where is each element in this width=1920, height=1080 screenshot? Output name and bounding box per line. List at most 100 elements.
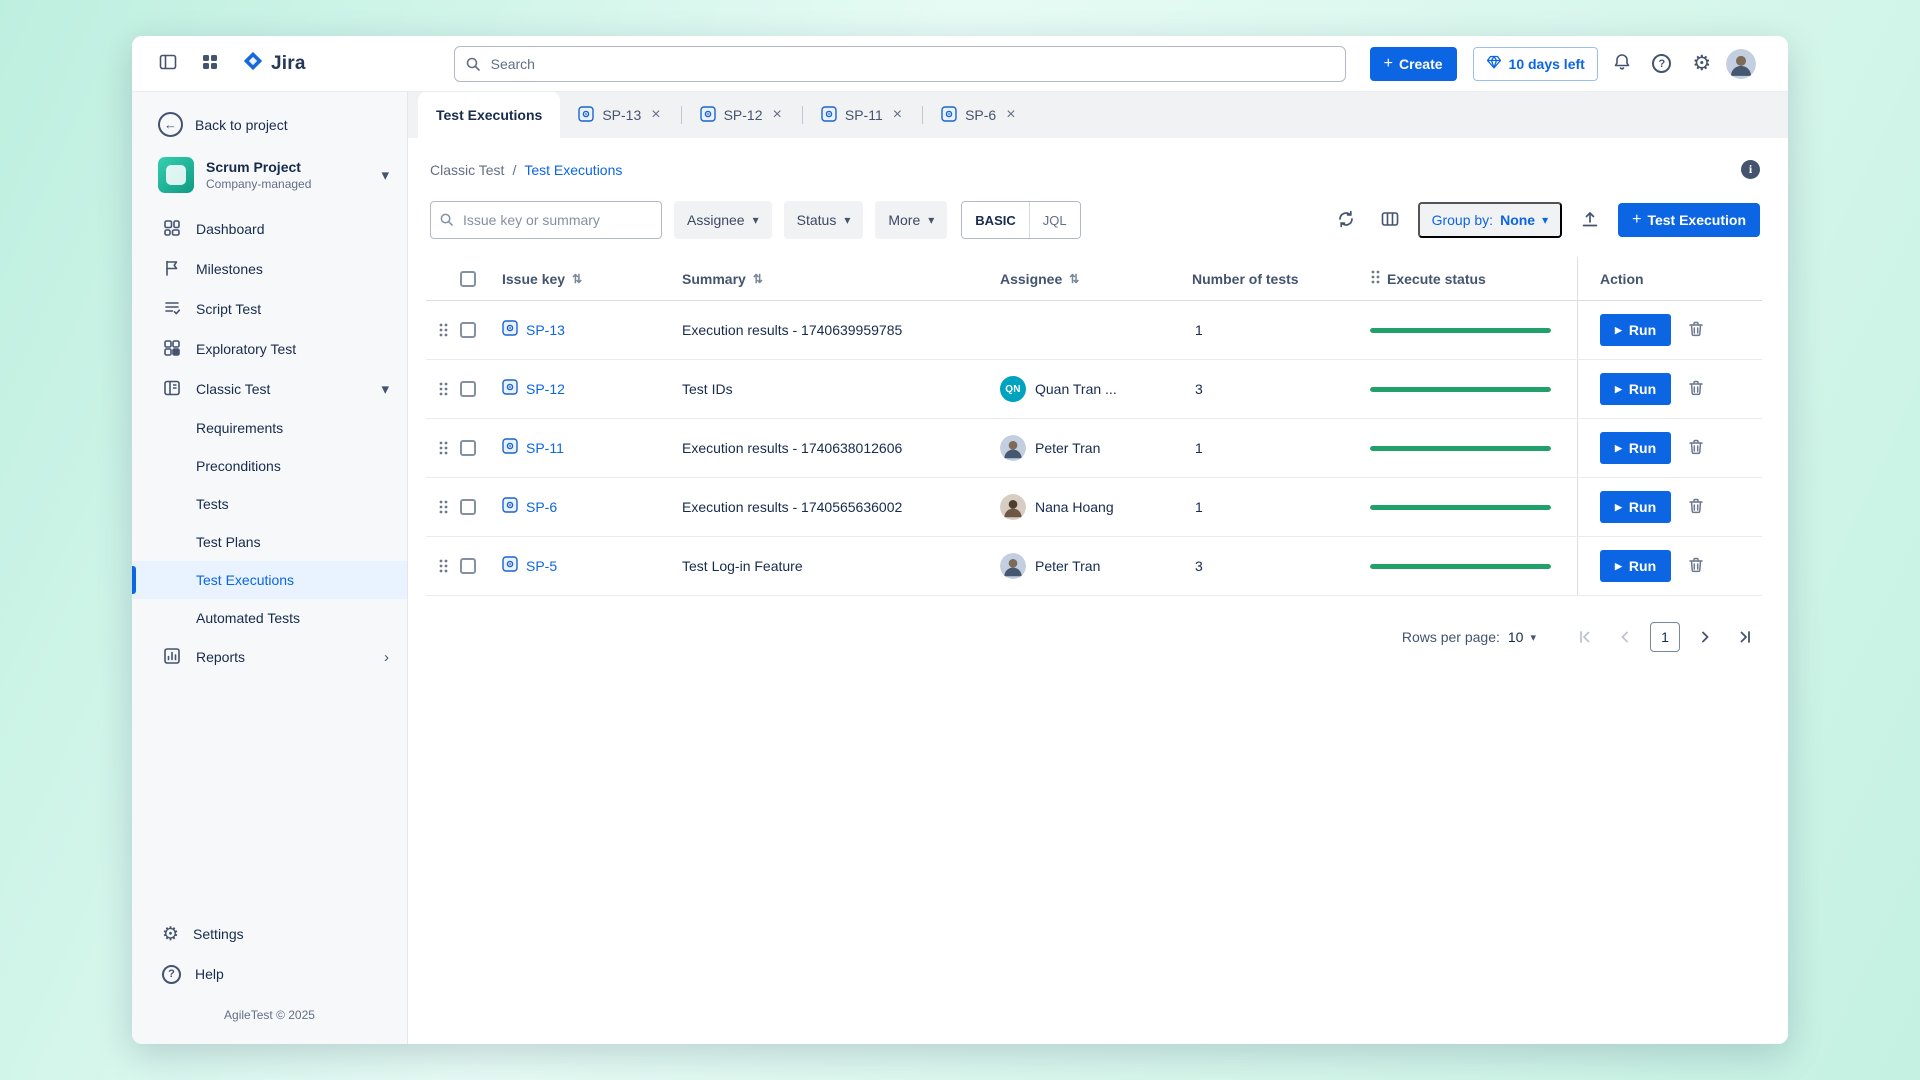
new-test-execution-button[interactable]: + Test Execution	[1618, 203, 1760, 237]
notifications-button[interactable]	[1606, 48, 1638, 80]
sidebar-item-tests[interactable]: Tests	[132, 485, 407, 523]
columns-icon	[1380, 209, 1400, 232]
tab-sp-11[interactable]: SP-11 ×	[803, 92, 922, 138]
sidebar-item-settings[interactable]: ⚙ Settings	[132, 914, 407, 954]
delete-button[interactable]	[1687, 497, 1705, 518]
table-header-row: Issue key ⇅ Summary ⇅ Assignee ⇅ Numbe	[426, 257, 1762, 301]
column-header-number-of-tests: Number of tests	[1192, 257, 1370, 300]
close-icon[interactable]: ×	[1004, 105, 1017, 125]
row-checkbox[interactable]	[460, 499, 476, 515]
assignee-filter-dropdown[interactable]: Assignee ▾	[674, 201, 772, 239]
breadcrumb-row: Classic Test / Test Executions i	[426, 154, 1762, 179]
test-execution-icon	[700, 106, 716, 125]
row-drag-handle[interactable]	[426, 419, 460, 477]
global-search-input[interactable]	[454, 46, 1346, 82]
row-drag-handle[interactable]	[426, 301, 460, 359]
active-indicator-bar	[132, 566, 136, 594]
row-checkbox[interactable]	[460, 440, 476, 456]
row-drag-handle[interactable]	[426, 478, 460, 536]
sort-icon[interactable]: ⇅	[572, 272, 582, 286]
assignee-cell: QN Quan Tran ...	[1000, 360, 1192, 418]
tab-sp-12[interactable]: SP-12 ×	[682, 92, 802, 138]
current-page-button[interactable]: 1	[1650, 622, 1680, 652]
sidebar-item-dashboard[interactable]: Dashboard	[132, 209, 407, 249]
last-page-button[interactable]	[1730, 622, 1760, 652]
issue-key-link[interactable]: SP-13	[526, 322, 565, 338]
sidebar-item-reports[interactable]: Reports ›	[132, 637, 407, 677]
breadcrumb-current[interactable]: Test Executions	[524, 162, 622, 178]
run-button[interactable]: ▶ Run	[1600, 373, 1671, 405]
group-by-label: Group by:	[1432, 212, 1493, 228]
delete-button[interactable]	[1687, 438, 1705, 459]
run-button[interactable]: ▶ Run	[1600, 314, 1671, 346]
close-icon[interactable]: ×	[891, 105, 904, 125]
first-page-button[interactable]	[1570, 622, 1600, 652]
sidebar-toggle-button[interactable]	[152, 48, 184, 80]
row-drag-handle[interactable]	[426, 360, 460, 418]
sidebar-item-preconditions[interactable]: Preconditions	[132, 447, 407, 485]
tab-test-executions[interactable]: Test Executions	[418, 92, 560, 138]
run-button[interactable]: ▶ Run	[1600, 550, 1671, 582]
project-type: Company-managed	[206, 177, 369, 191]
tab-sp-6[interactable]: SP-6 ×	[923, 92, 1035, 138]
mode-basic-option[interactable]: BASIC	[962, 202, 1028, 238]
run-button[interactable]: ▶ Run	[1600, 432, 1671, 464]
trial-days-left-button[interactable]: 10 days left	[1473, 47, 1598, 81]
rows-per-page-select[interactable]: 10 ▾	[1508, 629, 1536, 645]
info-icon[interactable]: i	[1741, 160, 1760, 179]
jira-logo[interactable]: Jira	[242, 50, 306, 77]
refresh-button[interactable]	[1330, 204, 1362, 236]
sidebar-item-test-plans[interactable]: Test Plans	[132, 523, 407, 561]
row-drag-handle[interactable]	[426, 537, 460, 595]
issue-key-link[interactable]: SP-11	[526, 440, 564, 456]
sort-icon[interactable]: ⇅	[753, 272, 763, 286]
help-button[interactable]: ?	[1646, 48, 1678, 80]
user-avatar[interactable]	[1726, 49, 1756, 79]
create-button[interactable]: + Create	[1370, 47, 1457, 81]
next-page-button[interactable]	[1690, 622, 1720, 652]
previous-page-button[interactable]	[1610, 622, 1640, 652]
sidebar-item-milestones[interactable]: Milestones	[132, 249, 407, 289]
app-switcher-button[interactable]	[194, 48, 226, 80]
delete-button[interactable]	[1687, 320, 1705, 341]
back-to-project-button[interactable]: ← Back to project	[132, 102, 407, 147]
run-button-label: Run	[1629, 499, 1656, 515]
close-icon[interactable]: ×	[771, 105, 784, 125]
number-of-tests: 3	[1192, 381, 1203, 397]
mode-jql-option[interactable]: JQL	[1030, 202, 1080, 238]
project-selector[interactable]: Scrum Project Company-managed ▾	[132, 147, 407, 203]
sidebar-item-automated-tests[interactable]: Automated Tests	[132, 599, 407, 637]
issue-key-link[interactable]: SP-12	[526, 381, 565, 397]
columns-settings-button[interactable]	[1374, 204, 1406, 236]
run-button[interactable]: ▶ Run	[1600, 491, 1671, 523]
group-by-dropdown[interactable]: Group by: None ▾	[1418, 202, 1563, 238]
row-checkbox[interactable]	[460, 381, 476, 397]
row-checkbox[interactable]	[460, 558, 476, 574]
export-button[interactable]	[1574, 204, 1606, 236]
breadcrumb-parent[interactable]: Classic Test	[430, 162, 504, 178]
sort-icon[interactable]: ⇅	[1069, 272, 1079, 286]
sidebar-item-test-executions[interactable]: Test Executions	[132, 561, 407, 599]
status-filter-dropdown[interactable]: Status ▾	[784, 201, 864, 239]
sidebar-item-classic-test[interactable]: Classic Test ▾	[132, 369, 407, 409]
sidebar-item-help[interactable]: ? Help	[132, 954, 407, 994]
more-filter-dropdown[interactable]: More ▾	[875, 201, 947, 239]
number-of-tests: 3	[1192, 558, 1203, 574]
settings-button-topbar[interactable]: ⚙	[1686, 48, 1718, 80]
issue-key-link[interactable]: SP-6	[526, 499, 557, 515]
delete-button[interactable]	[1687, 556, 1705, 577]
sidebar-item-requirements[interactable]: Requirements	[132, 409, 407, 447]
issue-key-link[interactable]: SP-5	[526, 558, 557, 574]
assignee-name: Peter Tran	[1035, 558, 1100, 574]
sidebar-item-script-test[interactable]: Script Test	[132, 289, 407, 329]
row-checkbox[interactable]	[460, 322, 476, 338]
bar-chart-icon	[162, 646, 182, 669]
tab-sp-13[interactable]: SP-13 ×	[560, 92, 680, 138]
select-all-checkbox[interactable]	[460, 271, 476, 287]
close-icon[interactable]: ×	[649, 105, 662, 125]
issue-filter-input[interactable]	[430, 201, 662, 239]
delete-button[interactable]	[1687, 379, 1705, 400]
sidebar-item-exploratory-test[interactable]: Exploratory Test	[132, 329, 407, 369]
trash-icon	[1687, 438, 1705, 459]
bell-icon	[1612, 52, 1632, 75]
